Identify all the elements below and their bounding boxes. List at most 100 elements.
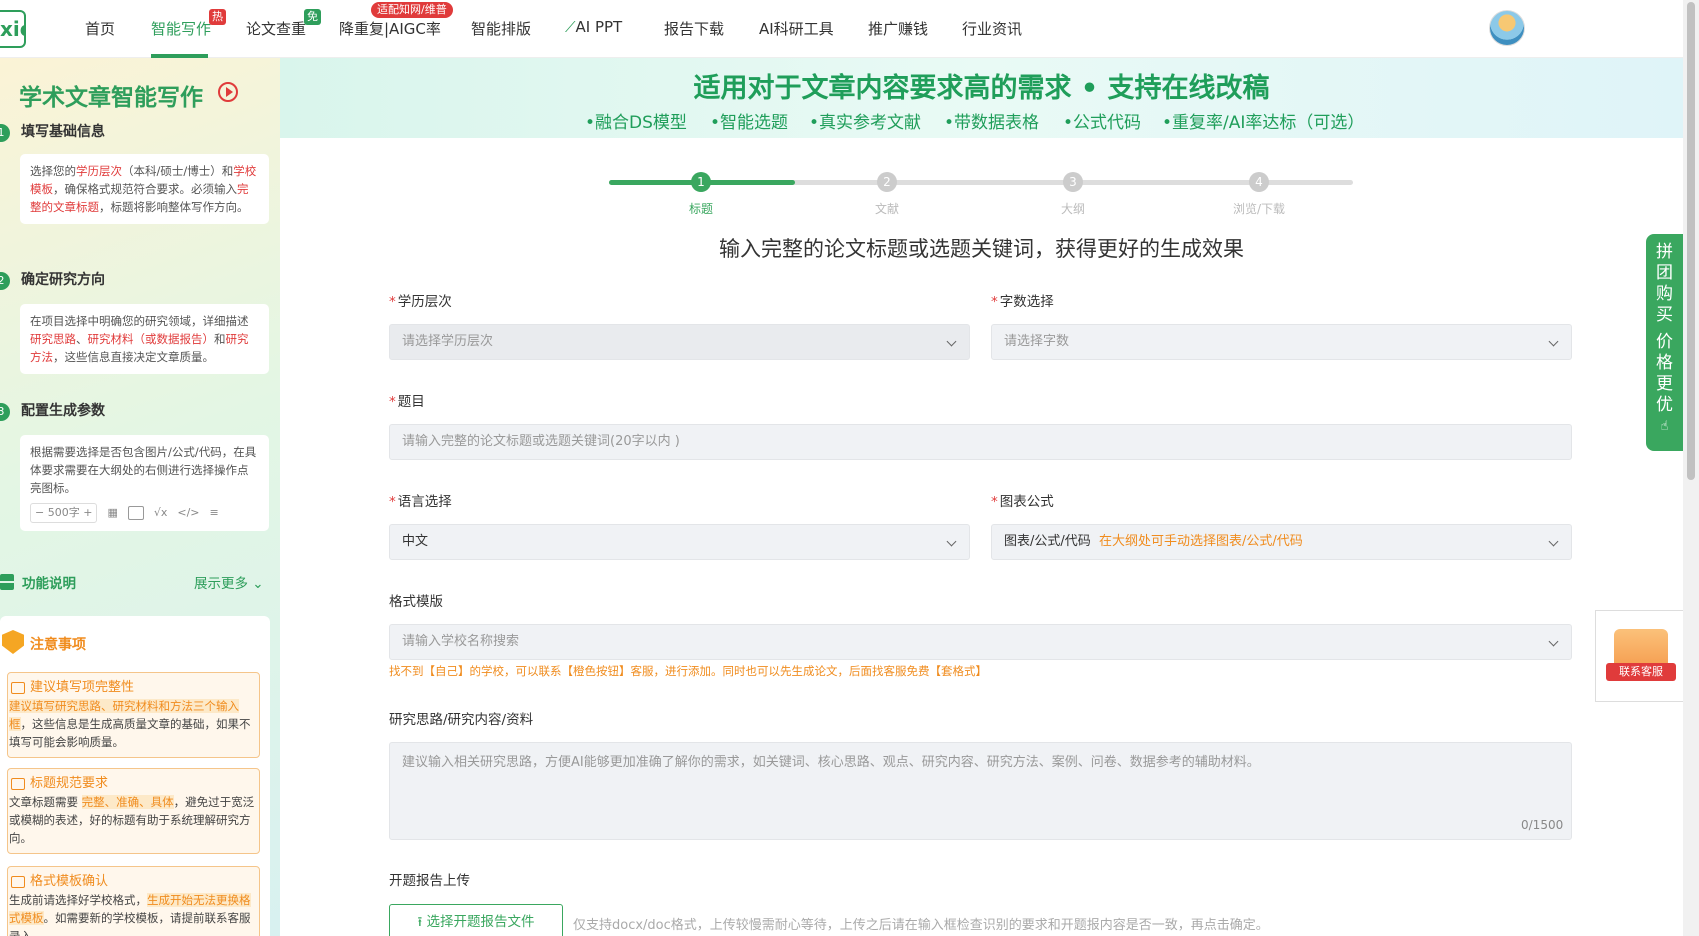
words-label: * 字数选择: [991, 294, 1054, 310]
topic-label: * 题目: [389, 394, 425, 410]
nav-smart-writing[interactable]: 智能写作: [151, 18, 211, 39]
show-more-button[interactable]: 展示更多 ⌄: [194, 572, 264, 592]
feature-references: •真实参考文献: [809, 113, 922, 133]
group-buy-button[interactable]: 拼团购买 价格更优 ☝: [1646, 234, 1683, 451]
page-scrollbar[interactable]: [1683, 0, 1699, 936]
template-hint: 找不到【自己】的学校，可以联系【橙色按钮】客服，进行添加。同时也可以先生成论文，…: [389, 664, 987, 678]
adapt-badge: 适配知网/维普: [371, 2, 453, 18]
function-icon: [0, 574, 14, 590]
magic-wand-icon: ⟋: [565, 18, 576, 36]
step-1-number: 1: [0, 124, 10, 142]
step-2-number: 2: [0, 272, 10, 290]
note-card-template: 格式模板确认 生成前请选择好学校格式，生成开始无法更换格式模板。如需要新的学校模…: [7, 866, 260, 936]
site-logo[interactable]: xie: [0, 10, 26, 48]
note1-text: ，这些信息是生成高质量文章的基础，如果不填写可能会影响质量。: [9, 717, 251, 749]
form-heading: 输入完整的论文标题或选题关键词，获得更好的生成效果: [719, 237, 1244, 261]
step-1-heading: 填写基础信息: [21, 124, 105, 140]
group-buy-char: 购: [1656, 284, 1673, 304]
step1-text: ，确保格式规范符合要求。必须输入: [53, 182, 237, 196]
step2-text: 在项目选择中明确您的研究领域，详细描述: [30, 314, 249, 328]
step-dot-2: 2: [877, 172, 897, 192]
research-textarea[interactable]: 建议输入相关研究思路，方便AI能够更加准确了解你的需求，如关键词、核心思路、观点…: [389, 742, 1572, 840]
char-counter: 0/1500: [1521, 818, 1564, 832]
step2-text: ，这些信息直接决定文章质量。: [53, 350, 214, 364]
step-dot-3: 3: [1063, 172, 1083, 192]
topic-input[interactable]: 请输入完整的论文标题或选题关键词(20字以内 ): [389, 424, 1572, 460]
group-buy-char: 拼: [1656, 242, 1673, 262]
chart-formula-note: 在大纲处可手动选择图表/公式/代码: [1099, 534, 1303, 549]
upload-proposal-button[interactable]: ⭱ 选择开题报告文件: [389, 904, 563, 936]
note3-title: 格式模板确认: [30, 874, 109, 889]
play-video-icon[interactable]: [218, 82, 238, 102]
note3-text: 。如需要新的学校模板，请提前联系客服录入。: [9, 911, 251, 936]
nav-promote[interactable]: 推广赚钱: [868, 18, 928, 39]
group-buy-char: 团: [1656, 263, 1673, 283]
feature-topic: •智能选题: [710, 113, 789, 133]
step1-text: （本科/硕士/博士）和: [122, 164, 234, 178]
step-dot-1: 1: [691, 172, 711, 192]
chart-formula-value: 图表/公式/代码: [1004, 534, 1091, 549]
note2-text: 文章标题需要: [9, 795, 82, 809]
chevron-down-icon: [946, 536, 957, 547]
chart-formula-select[interactable]: 图表/公式/代码 在大纲处可手动选择图表/公式/代码: [991, 524, 1572, 560]
nav-plagiarism-check[interactable]: 论文查重: [246, 18, 306, 39]
template-search-select[interactable]: 请输入学校名称搜索: [389, 624, 1572, 660]
upload-hint: 仅支持docx/doc格式，上传较慢需耐心等待，上传之后请在输入框检查识别的要求…: [573, 918, 1269, 933]
step2-text: 和: [214, 332, 226, 346]
function-label: 功能说明: [22, 576, 76, 592]
hot-badge: 热: [209, 9, 226, 25]
notes-title: 注意事项: [30, 637, 86, 653]
research-label: 研究思路/研究内容/资料: [389, 712, 534, 728]
nav-ai-ppt-label: AI PPT: [575, 18, 623, 36]
formula-icon: √x: [153, 506, 168, 519]
image-icon: [127, 506, 144, 520]
contact-service-label: 联系客服: [1606, 663, 1676, 681]
upload-button-label: 选择开题报告文件: [426, 914, 535, 930]
chevron-down-icon: [1548, 536, 1559, 547]
user-avatar[interactable]: [1489, 10, 1525, 46]
group-buy-char: 格: [1656, 353, 1673, 373]
left-guide-panel: 学术文章智能写作 1 填写基础信息 选择您的学历层次（本科/硕士/博士）和学校模…: [0, 58, 280, 936]
step-3-number: 3: [0, 403, 10, 421]
note-card-completeness: 建议填写项完整性 建议填写研究思路、研究材料和方法三个输入框，这些信息是生成高质…: [7, 672, 260, 758]
nav-report-download[interactable]: 报告下载: [664, 18, 724, 39]
banner-title: 适用对于文章内容要求高的需求 • 支持在线改稿: [693, 73, 1270, 104]
step-label-refs: 文献: [874, 202, 899, 216]
step-1-card: 选择您的学历层次（本科/硕士/博士）和学校模板，确保格式规范符合要求。必须输入完…: [20, 154, 269, 224]
group-buy-char: 更: [1656, 374, 1673, 394]
step-2-heading: 确定研究方向: [21, 272, 105, 288]
graduation-cap-icon: [11, 876, 25, 888]
note2-highlight: 完整、准确、具体: [81, 795, 174, 809]
chevron-down-icon: ⌄: [252, 576, 264, 592]
step2-highlight: 研究思路: [30, 332, 76, 346]
scrollbar-thumb[interactable]: [1687, 2, 1695, 480]
note1-title: 建议填写项完整性: [30, 680, 135, 695]
step-3-heading: 配置生成参数: [21, 403, 105, 419]
language-label: * 语言选择: [389, 494, 452, 510]
contact-service-button[interactable]: 联系客服: [1595, 610, 1683, 702]
feature-dup-rate: •重复率/AI率达标（可选）: [1162, 113, 1365, 133]
warning-shield-icon: [2, 630, 24, 654]
nav-ai-research-tools[interactable]: AI科研工具: [759, 18, 834, 39]
step2-text: 、: [76, 332, 88, 346]
step1-text: 选择您的: [30, 164, 76, 178]
nav-ai-ppt[interactable]: ⟋AI PPT: [565, 18, 622, 36]
notes-panel: 注意事项 建议填写项完整性 建议填写研究思路、研究材料和方法三个输入框，这些信息…: [0, 616, 270, 936]
word-stepper: − 500字 +: [30, 503, 98, 523]
show-more-label: 展示更多: [194, 576, 248, 592]
words-placeholder: 请选择字数: [1004, 334, 1070, 349]
nav-industry-news[interactable]: 行业资讯: [962, 18, 1022, 39]
nav-home[interactable]: 首页: [85, 18, 115, 39]
note-card-title-rules: 标题规范要求 文章标题需要 完整、准确、具体，避免过于宽泛或模糊的表述，好的标题…: [7, 768, 260, 854]
language-value: 中文: [402, 534, 429, 549]
nav-reduce-duplication[interactable]: 降重复|AIGC率: [339, 18, 441, 39]
chevron-down-icon: [1548, 636, 1559, 647]
language-select[interactable]: 中文: [389, 524, 970, 560]
group-buy-char: 价: [1656, 332, 1673, 352]
degree-placeholder: 请选择学历层次: [402, 334, 494, 349]
degree-select[interactable]: 请选择学历层次: [389, 324, 970, 360]
degree-label: * 学历层次: [389, 294, 452, 310]
words-select[interactable]: 请选择字数: [991, 324, 1572, 360]
nav-smart-layout[interactable]: 智能排版: [471, 18, 531, 39]
step1-text: ，标题将影响整体写作方向。: [99, 200, 249, 214]
